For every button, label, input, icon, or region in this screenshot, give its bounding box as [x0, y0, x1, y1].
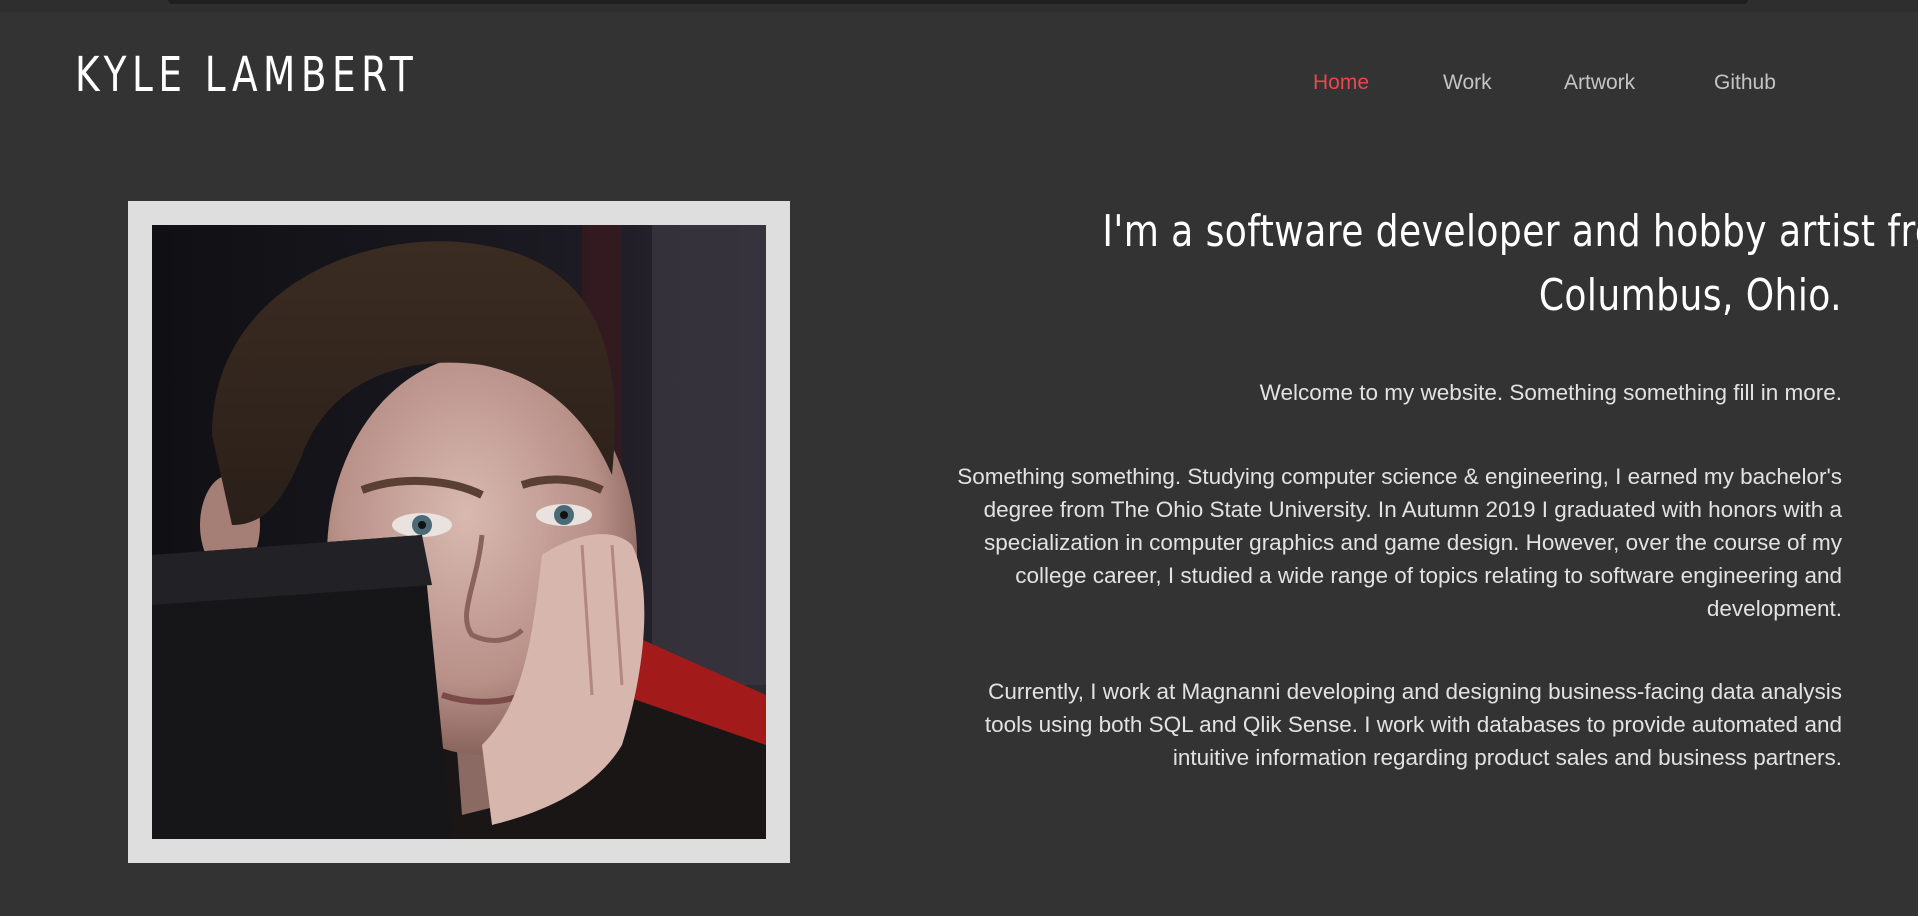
nav-github-link[interactable]: Github	[1714, 68, 1776, 98]
site-title[interactable]: KYLE LAMBERT	[75, 44, 418, 106]
welcome-paragraph: Welcome to my website. Something somethi…	[1259, 380, 1842, 405]
profile-photo-illustration	[152, 225, 766, 839]
nav-work-link[interactable]: Work	[1443, 68, 1492, 98]
headline-line-1: I'm a software developer and hobby artis…	[1102, 206, 1918, 257]
nav-home-link[interactable]: Home	[1313, 68, 1369, 98]
profile-photo	[152, 225, 766, 839]
browser-top-strip	[0, 0, 1918, 12]
headline-line-2: Columbus, Ohio.	[1538, 270, 1842, 321]
profile-photo-frame	[128, 201, 790, 863]
scroll-bar	[168, 0, 1748, 4]
education-paragraph: Something something. Studying computer s…	[957, 464, 1842, 621]
page: KYLE LAMBERT Home Work Artwork Github I'…	[0, 0, 1918, 916]
headline: I'm a software developer and hobby artis…	[1102, 200, 1918, 328]
work-paragraph: Currently, I work at Magnanni developing…	[984, 679, 1842, 770]
intro-section: I'm a software developer and hobby artis…	[940, 200, 1918, 770]
nav-artwork-link[interactable]: Artwork	[1564, 68, 1635, 98]
